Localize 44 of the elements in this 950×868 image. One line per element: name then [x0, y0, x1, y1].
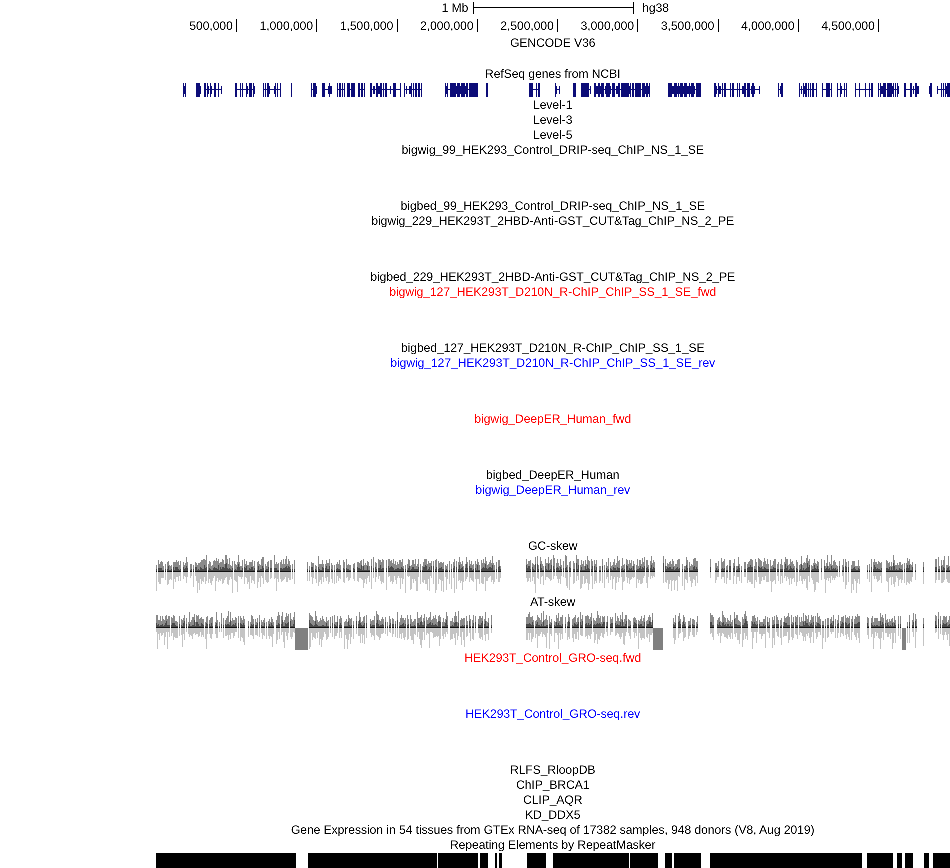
ruler-label: 1,000,000: [260, 19, 314, 34]
track-label: ChIP_BRCA1: [516, 778, 590, 792]
track-label: bigwig_127_HEK293T_D210N_R-ChIP_ChIP_SS_1_SE_fwd: [390, 285, 716, 299]
track-label: RefSeq genes from NCBI: [485, 67, 621, 81]
tick-mark: [878, 19, 879, 32]
tick-mark: [557, 19, 558, 32]
ruler-label: 500,000: [190, 19, 233, 34]
track-label: Level-5: [533, 128, 573, 142]
tick-mark: [396, 19, 398, 32]
track-label: Level-1: [533, 98, 573, 112]
ruler-label: 4,500,000: [822, 19, 875, 34]
track-label: HEK293T_Control_GRO-seq.rev: [466, 707, 640, 721]
assembly-label: hg38: [642, 0, 670, 16]
track-label: bigwig_DeepER_Human_rev: [476, 483, 630, 497]
ruler-label: 1,500,000: [340, 19, 394, 34]
track-label: GC-skew: [528, 539, 578, 553]
tick-mark: [236, 19, 237, 32]
track-label: bigbed_127_HEK293T_D210N_R-ChIP_ChIP_SS_1_SE: [401, 341, 705, 355]
track-label: bigbed_229_HEK293T_2HBD-Anti-GST_CUT&Tag_ChIP_NS_2_PE: [370, 270, 736, 284]
ruler-label: 2,500,000: [500, 19, 554, 34]
ruler-label: 3,500,000: [661, 19, 714, 34]
ruler-label: 2,000,000: [420, 19, 474, 34]
track-label: bigbed_DeepER_Human: [486, 468, 620, 482]
track-label: KD_DDX5: [525, 808, 581, 822]
scale-bar-label: 1 Mb: [442, 0, 468, 16]
track-label: CLIP_AQR: [523, 793, 583, 807]
track-label: AT-skew: [530, 595, 576, 609]
track-label: Gene Expression in 54 tissues from GTEx RNA-seq of 17382 samples, 948 donors (V8, Aug 2019): [291, 823, 815, 837]
track-label: bigwig_99_HEK293_Control_DRIP-seq_ChIP_NS_1_SE: [402, 143, 704, 157]
tick-mark: [316, 19, 318, 32]
track-label: RLFS_RloopDB: [510, 763, 596, 777]
tick-mark: [637, 19, 638, 32]
track-label: Repeating Elements by RepeatMasker: [450, 838, 656, 852]
track-label: Level-3: [533, 113, 573, 127]
tick-mark: [798, 19, 799, 32]
track-label: bigwig_127_HEK293T_D210N_R-ChIP_ChIP_SS_1_SE_rev: [390, 356, 716, 370]
ruler-label: 4,000,000: [741, 19, 795, 34]
track-label: bigbed_99_HEK293_Control_DRIP-seq_ChIP_NS_1_SE: [400, 199, 706, 213]
track-label: HEK293T_Control_GRO-seq.fwd: [464, 651, 642, 665]
track-label: GENCODE V36: [510, 36, 596, 50]
track-label: bigwig_DeepER_Human_fwd: [474, 412, 632, 426]
ruler-label: 3,000,000: [580, 19, 634, 34]
track-label: bigwig_229_HEK293T_2HBD-Anti-GST_CUT&Tag_ChIP_NS_2_PE: [372, 214, 734, 228]
tick-mark: [476, 19, 478, 32]
